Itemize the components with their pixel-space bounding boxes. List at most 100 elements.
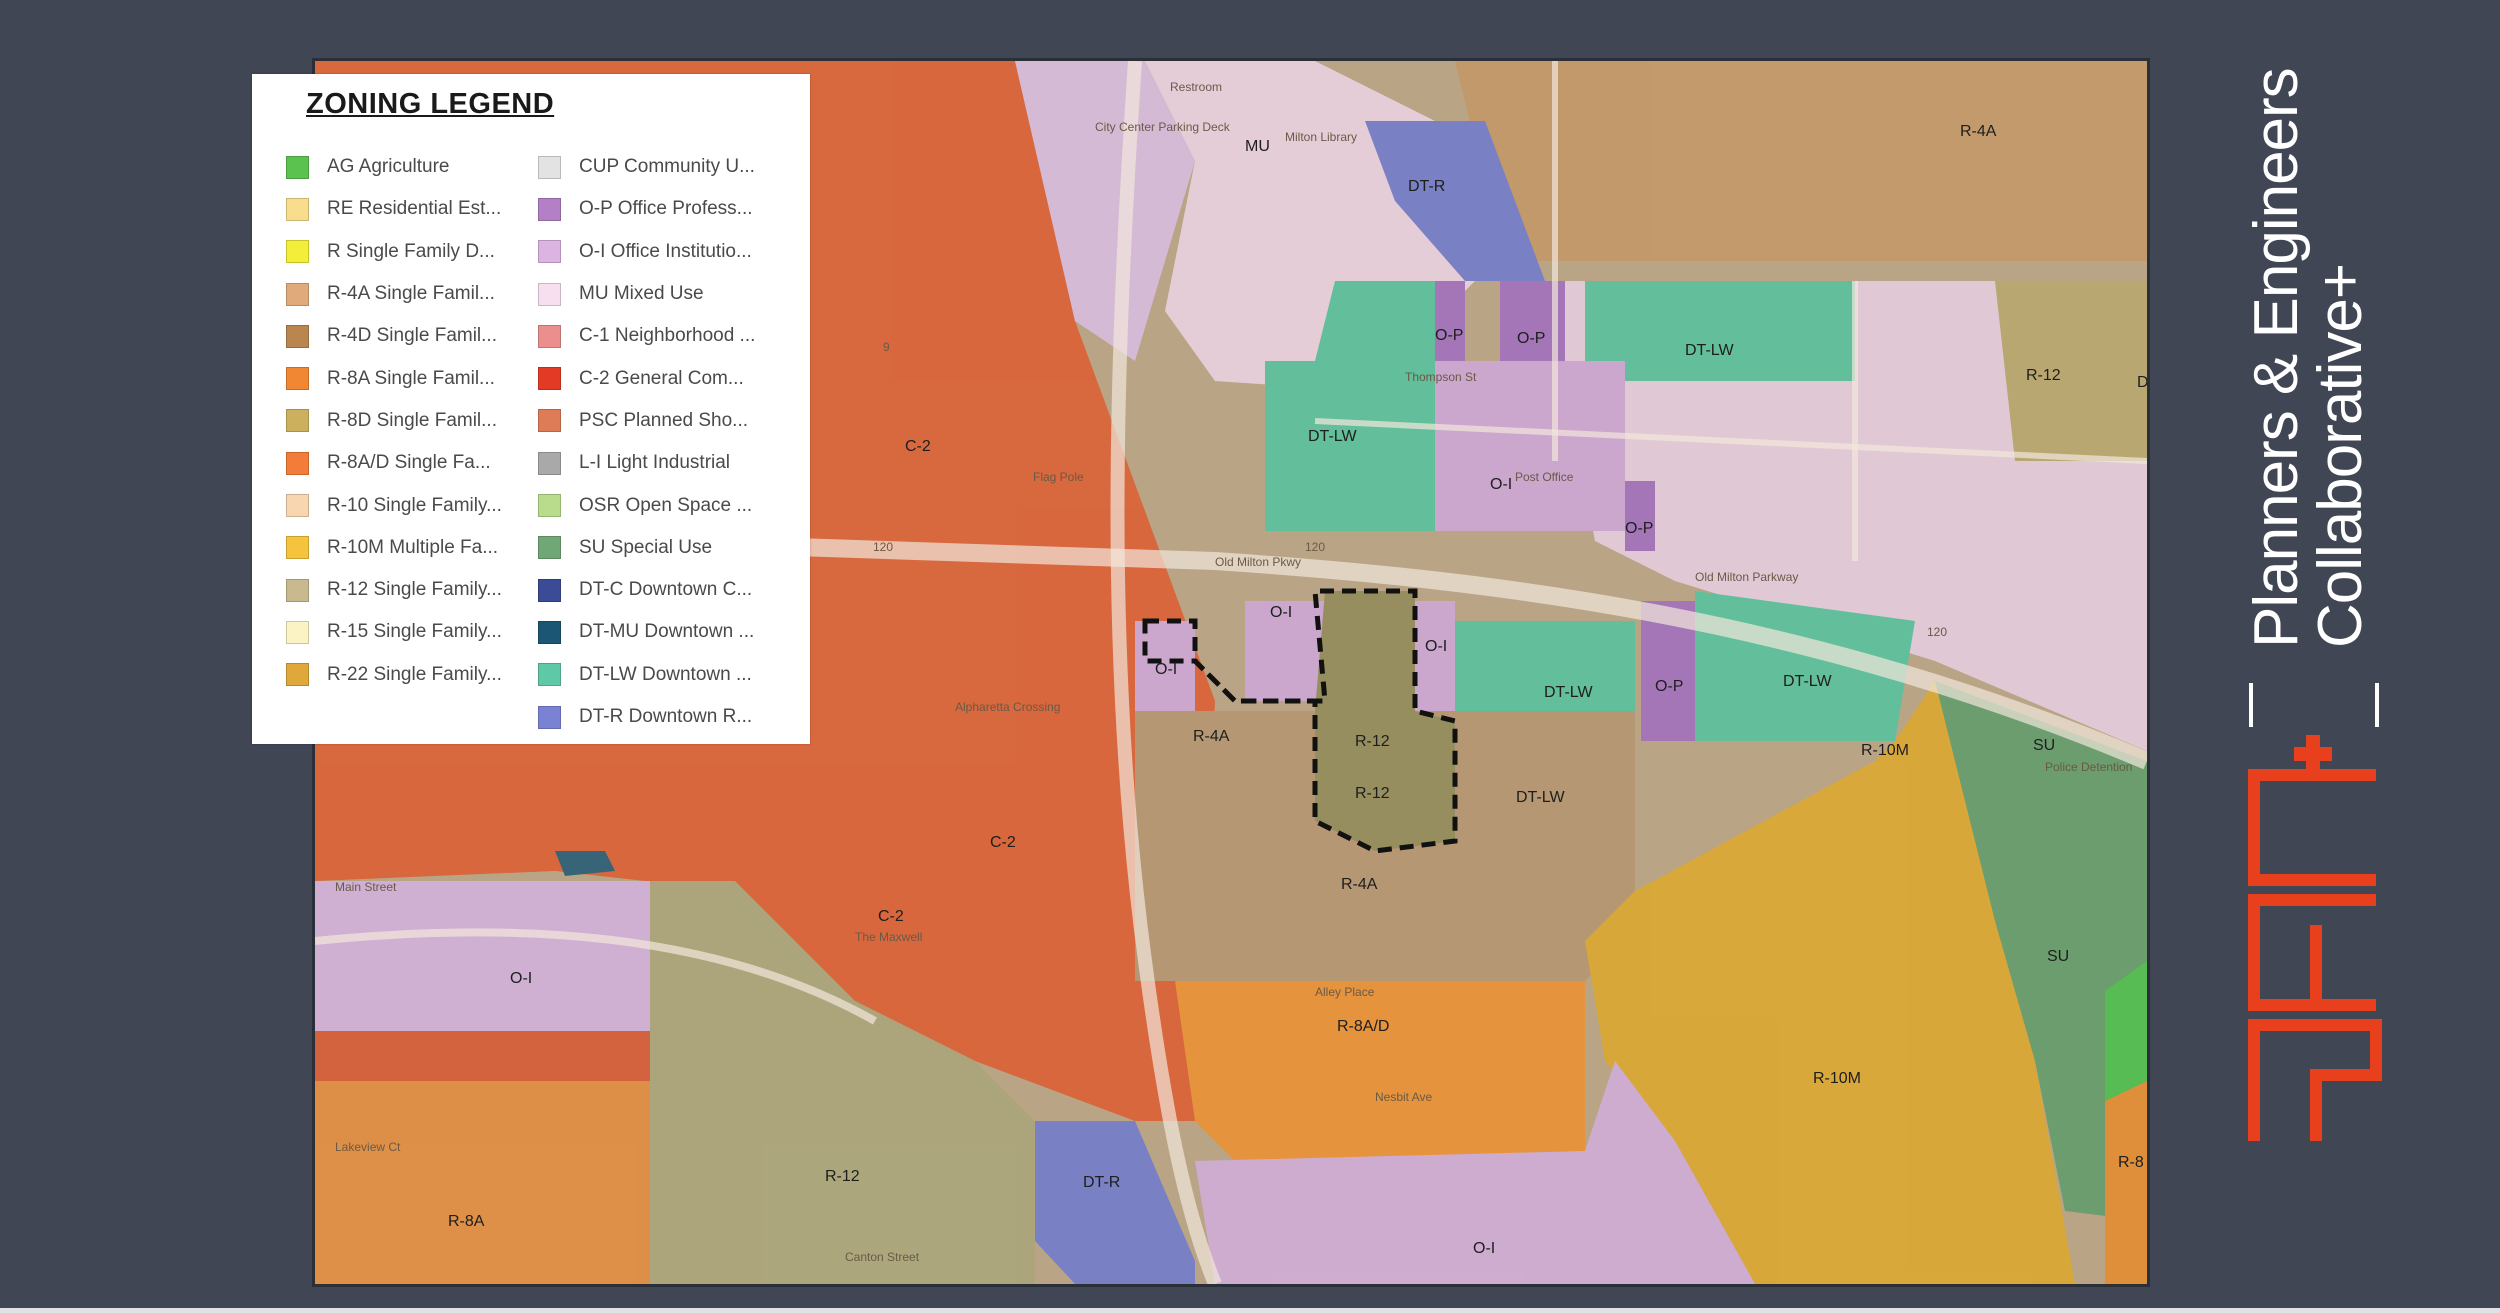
legend-item: R-12 Single Family...	[286, 569, 502, 611]
legend-swatch	[286, 155, 309, 179]
legend-swatch	[286, 663, 309, 687]
legend-item: R Single Family D...	[286, 231, 502, 273]
legend-label: O-I Office Institutio...	[579, 240, 752, 262]
legend-label: L-I Light Industrial	[579, 452, 731, 474]
legend-item: DT-LW Downtown ...	[538, 654, 755, 696]
label-r12-site-a: R-12	[1355, 733, 1390, 750]
legend-item: DT-R Downtown R...	[538, 696, 755, 738]
legend-item: MU Mixed Use	[538, 273, 755, 315]
legend-swatch	[538, 409, 561, 433]
zoning-legend: ZONING LEGEND AG Agriculture RE Residenti…	[252, 74, 810, 744]
label-r4a-south: R-4A	[1341, 876, 1378, 893]
legend-label: OSR Open Space ...	[579, 494, 753, 516]
label-old-milton-pkwy-a: Old Milton Pkwy	[1215, 555, 1301, 569]
legend-title: ZONING LEGEND	[306, 88, 555, 120]
label-lakeview: Lakeview Ct	[335, 1140, 401, 1154]
legend-swatch	[286, 197, 309, 221]
legend-label: CUP Community U...	[579, 156, 755, 178]
label-post-office: Post Office	[1515, 470, 1574, 484]
zone-oi-west	[315, 881, 650, 1031]
legend-label: AG Agriculture	[327, 156, 450, 178]
label-oi-small: O-I	[1155, 661, 1177, 678]
legend-item: L-I Light Industrial	[538, 442, 755, 484]
label-op-c: O-P	[1625, 520, 1653, 537]
label-dtr-south: DT-R	[1083, 1174, 1120, 1191]
label-op-a: O-P	[1435, 327, 1463, 344]
legend-item: R-4D Single Famil...	[286, 315, 502, 357]
legend-item: R-8A/D Single Fa...	[286, 442, 502, 484]
legend-label: R-22 Single Family...	[327, 663, 502, 685]
label-c2-a: C-2	[905, 438, 931, 455]
brand-line-2: Collaborative+	[2306, 263, 2375, 648]
legend-label: DT-MU Downtown ...	[579, 621, 755, 643]
legend-swatch	[538, 282, 561, 306]
label-nesbit: Nesbit Ave	[1375, 1090, 1432, 1104]
zone-op-a	[1435, 281, 1465, 361]
legend-swatch	[538, 451, 561, 475]
legend-label: R-10 Single Family...	[327, 494, 502, 516]
label-oi-center: O-I	[1270, 604, 1292, 621]
legend-item: C-1 Neighborhood ...	[538, 315, 755, 357]
legend-item: O-P Office Profess...	[538, 188, 755, 230]
legend-item: RE Residential Est...	[286, 188, 502, 230]
pec-logo	[2248, 735, 2382, 1141]
legend-item: PSC Planned Sho...	[538, 400, 755, 442]
legend-label: MU Mixed Use	[579, 283, 704, 305]
zone-r8ad	[1175, 981, 1585, 1161]
label-r8-edge: R-8	[2118, 1154, 2144, 1171]
legend-item: R-4A Single Famil...	[286, 273, 502, 315]
label-library: Milton Library	[1285, 130, 1357, 144]
legend-swatch	[538, 240, 561, 264]
legend-swatch	[286, 367, 309, 391]
legend-item: R-15 Single Family...	[286, 611, 502, 653]
label-oi-west: O-I	[510, 970, 532, 987]
legend-item: R-8D Single Famil...	[286, 400, 502, 442]
legend-label: R-4A Single Famil...	[327, 283, 495, 305]
label-d-edge: D	[2137, 374, 2147, 391]
legend-label: RE Residential Est...	[327, 198, 502, 220]
legend-item: DT-MU Downtown ...	[538, 611, 755, 653]
label-restroom: Restroom	[1170, 80, 1222, 94]
label-parking-deck: City Center Parking Deck	[1095, 120, 1231, 134]
legend-swatch	[538, 155, 561, 179]
zone-dtlw-b	[1585, 281, 1855, 381]
label-op-d: O-P	[1655, 678, 1683, 695]
label-crossing: Alpharetta Crossing	[955, 700, 1060, 714]
legend-item: SU Special Use	[538, 527, 755, 569]
legend-label: R-8A Single Famil...	[327, 367, 495, 389]
brand-line-1: Planners & Engineers	[2242, 68, 2311, 648]
legend-label: C-1 Neighborhood ...	[579, 325, 756, 347]
legend-label: DT-LW Downtown ...	[579, 663, 752, 685]
brand-divider	[2249, 683, 2253, 727]
label-c2-c: C-2	[878, 908, 904, 925]
legend-swatch	[538, 324, 561, 348]
legend-label: O-P Office Profess...	[579, 198, 753, 220]
legend-item: R-10 Single Family...	[286, 484, 502, 526]
label-dtlw-a: DT-LW	[1685, 342, 1734, 359]
legend-label: R-10M Multiple Fa...	[327, 536, 499, 558]
zone-op-c	[1625, 481, 1655, 551]
label-r10m-a: R-10M	[1861, 742, 1909, 759]
label-r12-sw: R-12	[825, 1168, 860, 1185]
legend-swatch	[538, 536, 561, 560]
label-r4a-mid: R-4A	[1193, 728, 1230, 745]
label-dtlw-c: DT-LW	[1544, 684, 1593, 701]
legend-item: DT-C Downtown C...	[538, 569, 755, 611]
legend-item: R-22 Single Family...	[286, 654, 502, 696]
legend-label: R-8A/D Single Fa...	[327, 452, 491, 474]
label-r10m-b: R-10M	[1813, 1070, 1861, 1087]
label-dtr-north: DT-R	[1408, 178, 1445, 195]
label-route-120-c: 120	[1927, 625, 1947, 639]
label-mu: MU	[1245, 138, 1270, 155]
label-old-milton-pkwy-b: Old Milton Parkway	[1695, 570, 1798, 584]
legend-item: O-I Office Institutio...	[538, 231, 755, 273]
zone-dtlw-a	[1315, 281, 1435, 361]
legend-column-2: CUP Community U... O-P Office Profess... O…	[538, 146, 755, 738]
label-route-9: 9	[883, 340, 890, 354]
legend-swatch	[286, 536, 309, 560]
label-r12-ne: R-12	[2026, 367, 2061, 384]
legend-column-1: AG Agriculture RE Residential Est... R Sin…	[286, 146, 502, 696]
legend-label: C-2 General Com...	[579, 367, 744, 389]
label-r8a: R-8A	[448, 1213, 485, 1230]
label-dtlw-d: DT-LW	[1783, 673, 1832, 690]
